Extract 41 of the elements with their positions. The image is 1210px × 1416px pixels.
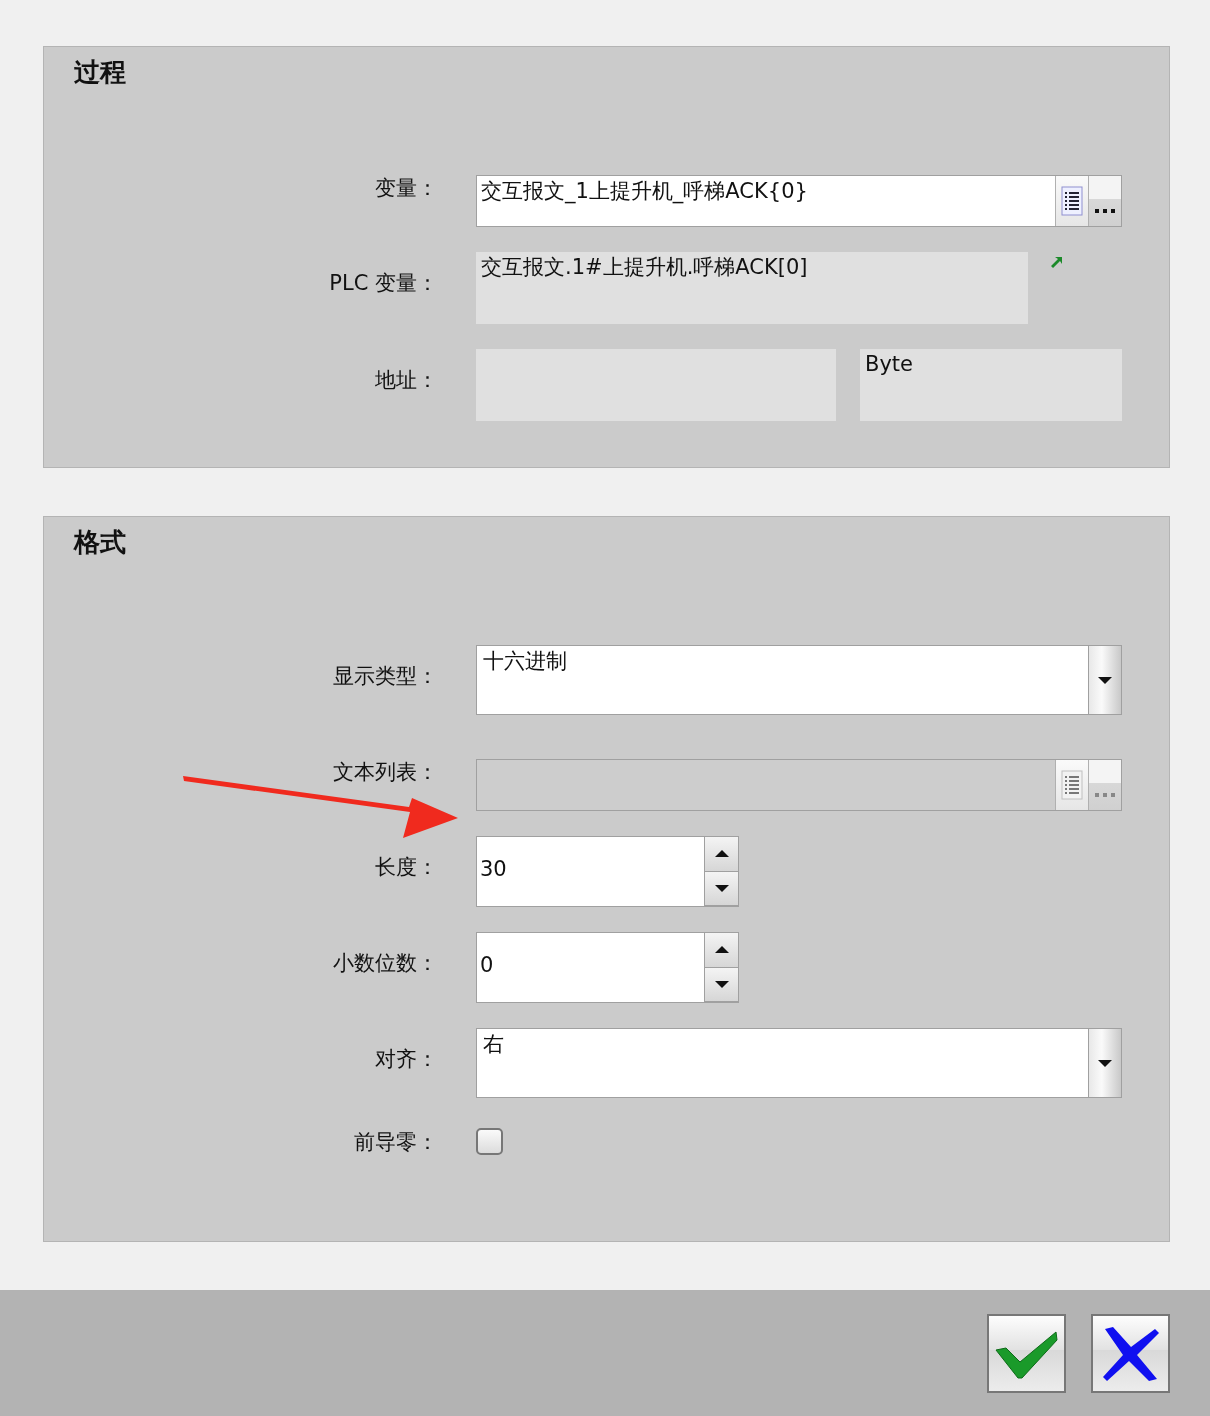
plc-tag-field: 交互报文.1#上提升机.呼梯ACK[0] [476, 252, 1028, 324]
ok-button[interactable] [987, 1314, 1066, 1393]
dropdown-button[interactable] [1088, 1029, 1121, 1097]
go-to-arrow-icon[interactable] [1050, 255, 1063, 268]
ellipsis-icon [1094, 208, 1116, 214]
field-label: 变量： [375, 175, 438, 201]
spin-field[interactable]: 0 [476, 932, 739, 1003]
decrement-button[interactable] [705, 871, 738, 906]
field-label: 地址： [375, 367, 438, 393]
down-arrow-icon [1097, 1058, 1113, 1068]
down-arrow-icon [1097, 675, 1113, 685]
dropdown-button[interactable] [1088, 646, 1121, 714]
decrement-button[interactable] [705, 967, 738, 1002]
down-arrow-icon [713, 883, 730, 893]
spin-field[interactable]: 30 [476, 836, 739, 907]
field-label: 文本列表： [333, 759, 438, 785]
dropdown[interactable]: 十六进制 [476, 645, 1122, 715]
up-arrow-icon [713, 945, 730, 955]
cancel-button[interactable] [1091, 1314, 1170, 1393]
field-label: 对齐： [375, 1046, 438, 1072]
list-icon [1061, 186, 1083, 216]
checkbox[interactable] [476, 1128, 503, 1155]
browse-button[interactable] [1088, 176, 1121, 226]
list-button[interactable] [1055, 176, 1088, 226]
section-title: 过程 [74, 56, 126, 89]
section-title: 格式 [74, 526, 126, 559]
field-label: PLC 变量： [329, 270, 438, 296]
down-arrow-icon [713, 979, 730, 989]
ellipsis-icon [1094, 792, 1116, 798]
increment-button[interactable] [705, 933, 738, 968]
close-icon [1100, 1324, 1161, 1383]
tag-field[interactable]: 交互报文_1上提升机_呼梯ACK{0} [476, 175, 1122, 227]
field-label: 长度： [375, 854, 438, 880]
up-arrow-icon [713, 849, 730, 859]
field-label: 小数位数： [333, 950, 438, 976]
field-label: 显示类型： [333, 663, 438, 689]
dropdown[interactable]: 右 [476, 1028, 1122, 1098]
increment-button[interactable] [705, 837, 738, 872]
list-icon [1061, 770, 1083, 800]
field-label: 前导零： [354, 1128, 438, 1155]
data-type-field: Byte [860, 349, 1122, 421]
